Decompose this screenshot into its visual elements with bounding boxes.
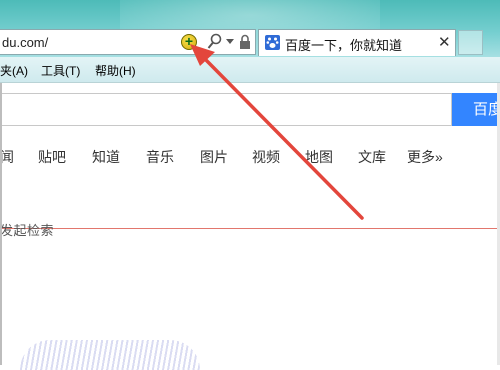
browser-chrome: du.com/ + 百度一下，你就知道 ✕ 夹(A) 工具(T) 帮助(H) — [0, 0, 500, 83]
menu-tools[interactable]: 工具(T) — [41, 62, 80, 79]
nav-item-images[interactable]: 图片 — [200, 147, 228, 167]
nav-item-tieba[interactable]: 贴吧 — [38, 147, 66, 167]
search-icon[interactable] — [207, 33, 223, 51]
nav-item-news[interactable]: 闻 — [0, 147, 14, 167]
new-tab-button[interactable] — [458, 30, 483, 55]
address-bar[interactable]: du.com/ + — [0, 29, 256, 55]
tab-baidu[interactable]: 百度一下，你就知道 ✕ — [258, 29, 456, 56]
divider-line — [0, 228, 500, 229]
search-prompt-text: 发起检索 — [0, 223, 55, 238]
nav-item-map[interactable]: 地图 — [305, 147, 333, 167]
page-content: 百度 闻 贴吧 知道 音乐 图片 视频 地图 文库 更多» — [0, 83, 500, 365]
nav-item-zhidao[interactable]: 知道 — [92, 147, 120, 167]
search-input[interactable] — [0, 93, 452, 126]
nav-item-video[interactable]: 视频 — [252, 147, 280, 167]
window-left-frame — [0, 83, 2, 365]
baidu-paw-icon — [265, 35, 280, 50]
nav-more-link[interactable]: 更多» — [407, 147, 443, 167]
dropdown-icon[interactable] — [226, 39, 234, 45]
tab-title: 百度一下，你就知道 — [285, 38, 403, 53]
add-on-plus-icon[interactable]: + — [181, 34, 197, 50]
tab-close-icon[interactable]: ✕ — [438, 33, 451, 51]
lock-icon[interactable] — [239, 34, 251, 50]
address-url[interactable]: du.com/ — [2, 35, 48, 50]
decorative-graphic — [20, 340, 200, 370]
menu-bar: 夹(A) 工具(T) 帮助(H) — [0, 57, 500, 83]
nav-item-wenku[interactable]: 文库 — [358, 147, 386, 167]
nav-item-music[interactable]: 音乐 — [146, 147, 174, 167]
menu-help[interactable]: 帮助(H) — [95, 62, 136, 79]
search-button[interactable]: 百度 — [452, 93, 500, 126]
menu-favorites[interactable]: 夹(A) — [0, 62, 28, 79]
